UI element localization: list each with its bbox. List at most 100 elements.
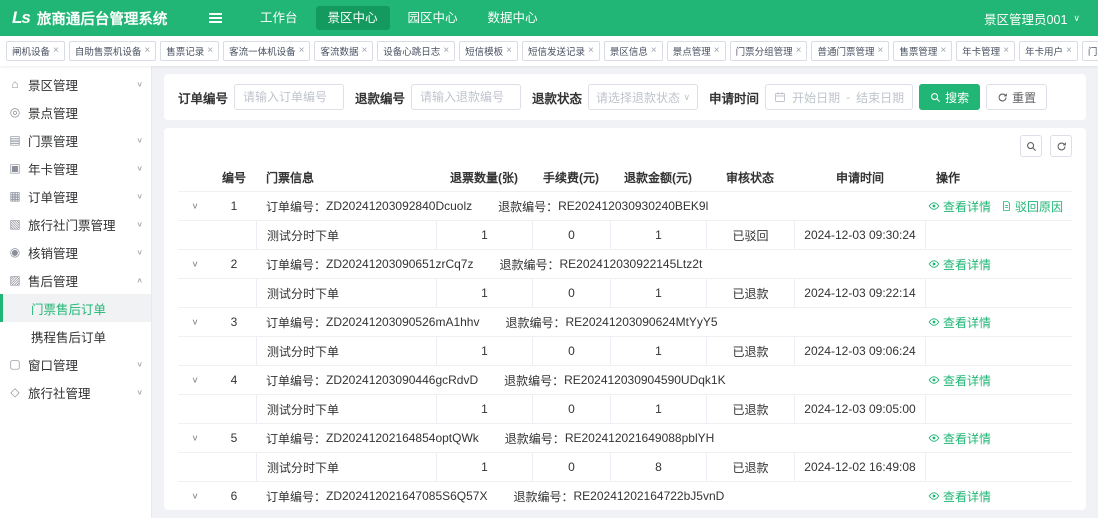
view-detail-link[interactable]: 查看详情 xyxy=(928,488,991,505)
close-icon[interactable]: × xyxy=(588,46,594,56)
row-number: 5 xyxy=(230,431,238,445)
close-icon[interactable]: × xyxy=(940,46,946,56)
refund-no-label: 退款编号： xyxy=(498,199,559,214)
filter-bar: 订单编号 退款编号 退款状态 请选择退款状态 ∨ 申请时间 开始日期 - 结束日… xyxy=(164,74,1086,120)
tab-13[interactable]: 年卡管理 × xyxy=(956,41,1016,61)
top-nav: 工作台 景区中心 园区中心 数据中心 xyxy=(248,6,550,30)
sidebar-item-1[interactable]: ◎ 景点管理 xyxy=(0,98,151,126)
expand-row-icon[interactable]: ∨ xyxy=(191,491,198,500)
refund-no-value: RE202412021649088pblYH xyxy=(564,431,715,445)
app-logo-icon: Ls xyxy=(12,8,31,27)
sidebar-item-7[interactable]: ▨ 售后管理 ∧ xyxy=(0,266,151,294)
date-separator: - xyxy=(846,90,851,104)
tab-14[interactable]: 年卡用户 × xyxy=(1019,41,1078,61)
close-icon[interactable]: × xyxy=(53,46,59,56)
view-detail-link[interactable]: 查看详情 xyxy=(928,256,991,273)
close-icon[interactable]: × xyxy=(443,46,449,56)
sidebar-item-9[interactable]: ◇ 旅行社管理 ∨ xyxy=(0,378,151,406)
verification-icon: ◉ xyxy=(9,245,21,259)
search-button[interactable]: 搜索 xyxy=(919,84,981,110)
tab-6[interactable]: 短信模板 × xyxy=(459,41,519,61)
close-icon[interactable]: × xyxy=(144,46,150,56)
tab-label: 售票记录 xyxy=(166,47,205,58)
menu-collapse-icon[interactable] xyxy=(205,9,226,27)
tab-bar: 闸机设备 × 自助售票机设备 × 售票记录 × 客流一体机设备 × 客流数据 × 设备心跳日志 × 短信… xyxy=(0,36,1098,66)
row-actions: 查看详情 xyxy=(926,482,1072,510)
expand-row-icon[interactable]: ∨ xyxy=(191,201,198,210)
column-header-2: 退票数量(张) xyxy=(450,170,518,185)
close-icon[interactable]: × xyxy=(207,46,213,56)
close-icon[interactable]: × xyxy=(877,46,883,56)
tab-15[interactable]: 门票订单× xyxy=(1081,41,1098,61)
tab-1[interactable]: 自助售票机设备 × xyxy=(68,41,157,61)
sidebar-item-label: 订单管理 xyxy=(28,190,79,205)
user-menu[interactable]: 景区管理员001 ∨ xyxy=(984,9,1098,28)
chevron-down-icon: ∨ xyxy=(683,91,691,102)
close-icon[interactable]: × xyxy=(651,46,657,56)
sidebar-item-label: 门票管理 xyxy=(28,134,79,149)
nav-item-2[interactable]: 园区中心 xyxy=(396,6,470,30)
sidebar-item-2[interactable]: ▤ 门票管理 ∨ xyxy=(0,126,151,154)
order-no-input[interactable] xyxy=(234,84,345,110)
close-icon[interactable]: × xyxy=(361,46,367,56)
refund-no-input[interactable] xyxy=(411,84,522,110)
sidebar-item-3[interactable]: ▣ 年卡管理 ∨ xyxy=(0,154,151,182)
tab-8[interactable]: 景区信息 × xyxy=(603,41,663,61)
tab-3[interactable]: 客流一体机设备 × xyxy=(223,41,311,61)
tab-0[interactable]: 闸机设备 × xyxy=(6,41,65,61)
tab-7[interactable]: 短信发送记录 × xyxy=(522,41,600,61)
close-icon[interactable]: × xyxy=(714,46,720,56)
view-detail-link[interactable]: 查看详情 xyxy=(928,198,991,215)
close-icon[interactable]: × xyxy=(796,46,802,56)
tab-12[interactable]: 售票管理 × xyxy=(893,41,953,61)
refresh-table-button[interactable] xyxy=(1050,135,1072,157)
user-name: 景区管理员001 xyxy=(984,12,1068,27)
tab-4[interactable]: 客流数据 × xyxy=(314,41,374,61)
nav-item-1[interactable]: 景区中心 xyxy=(315,6,390,30)
expand-row-icon[interactable]: ∨ xyxy=(191,317,198,326)
tab-label: 自助售票机设备 xyxy=(74,47,142,58)
sidebar-item-0[interactable]: ⌂ 景区管理 ∨ xyxy=(0,70,151,98)
sidebar-subitem-7-1[interactable]: 携程售后订单 xyxy=(0,322,151,350)
annual-card-icon: ▣ xyxy=(9,161,21,175)
sidebar-item-8[interactable]: ▢ 窗口管理 ∨ xyxy=(0,350,151,378)
tab-5[interactable]: 设备心跳日志 × xyxy=(377,41,456,61)
reset-button[interactable]: 重置 xyxy=(986,84,1048,110)
sidebar-subitem-7-0[interactable]: 门票售后订单 xyxy=(0,294,151,322)
refresh-icon xyxy=(1056,141,1067,152)
order-info: 订单编号： ZD20241203090446gcRdvD 退款编号： RE202412… xyxy=(256,366,926,394)
tab-label: 短信模板 xyxy=(465,47,504,58)
view-detail-link[interactable]: 查看详情 xyxy=(928,314,991,331)
app-title: 旅商通后台管理系统 xyxy=(36,11,168,28)
expand-row-icon[interactable]: ∨ xyxy=(191,375,198,384)
tab-11[interactable]: 普通门票管理 × xyxy=(811,41,890,61)
expand-row-icon[interactable]: ∨ xyxy=(191,259,198,268)
tab-9[interactable]: 景点管理 × xyxy=(666,41,726,61)
chevron-down-icon: ∨ xyxy=(136,219,143,228)
refund-status-select[interactable]: 请选择退款状态 ∨ xyxy=(588,84,699,110)
nav-item-0[interactable]: 工作台 xyxy=(248,6,310,30)
expand-row-icon[interactable]: ∨ xyxy=(191,433,198,442)
reject-reason-link[interactable]: 驳回原因 xyxy=(1001,198,1063,215)
sidebar-item-6[interactable]: ◉ 核销管理 ∨ xyxy=(0,238,151,266)
nav-item-3[interactable]: 数据中心 xyxy=(476,6,550,30)
close-icon[interactable]: × xyxy=(299,46,305,56)
refund-amount-cell: 1 xyxy=(610,337,706,365)
refund-status-filter-label: 退款状态 xyxy=(532,91,583,106)
apply-time-range-picker[interactable]: 开始日期 - 结束日期 xyxy=(765,84,914,110)
toggle-search-button[interactable] xyxy=(1020,135,1042,157)
app-window: Ls 旅商通后台管理系统 工作台 景区中心 园区中心 数据中心 景区管理员001 ∨ … xyxy=(0,0,1098,518)
order-no-filter-label: 订单编号 xyxy=(178,91,229,106)
sidebar-item-4[interactable]: ▦ 订单管理 ∨ xyxy=(0,182,151,210)
view-detail-link[interactable]: 查看详情 xyxy=(928,372,991,389)
close-icon[interactable]: × xyxy=(1066,46,1072,56)
tab-2[interactable]: 售票记录 × xyxy=(160,41,220,61)
tab-10[interactable]: 门票分组管理 × xyxy=(729,41,808,61)
close-icon[interactable]: × xyxy=(506,46,512,56)
table-toolbar xyxy=(178,132,1072,163)
sidebar-item-5[interactable]: ▧ 旅行社门票管理 ∨ xyxy=(0,210,151,238)
chevron-down-icon: ∨ xyxy=(1073,12,1080,23)
close-icon[interactable]: × xyxy=(1003,46,1009,56)
view-detail-link[interactable]: 查看详情 xyxy=(928,430,991,447)
order-no-label: 订单编号： xyxy=(266,315,327,330)
